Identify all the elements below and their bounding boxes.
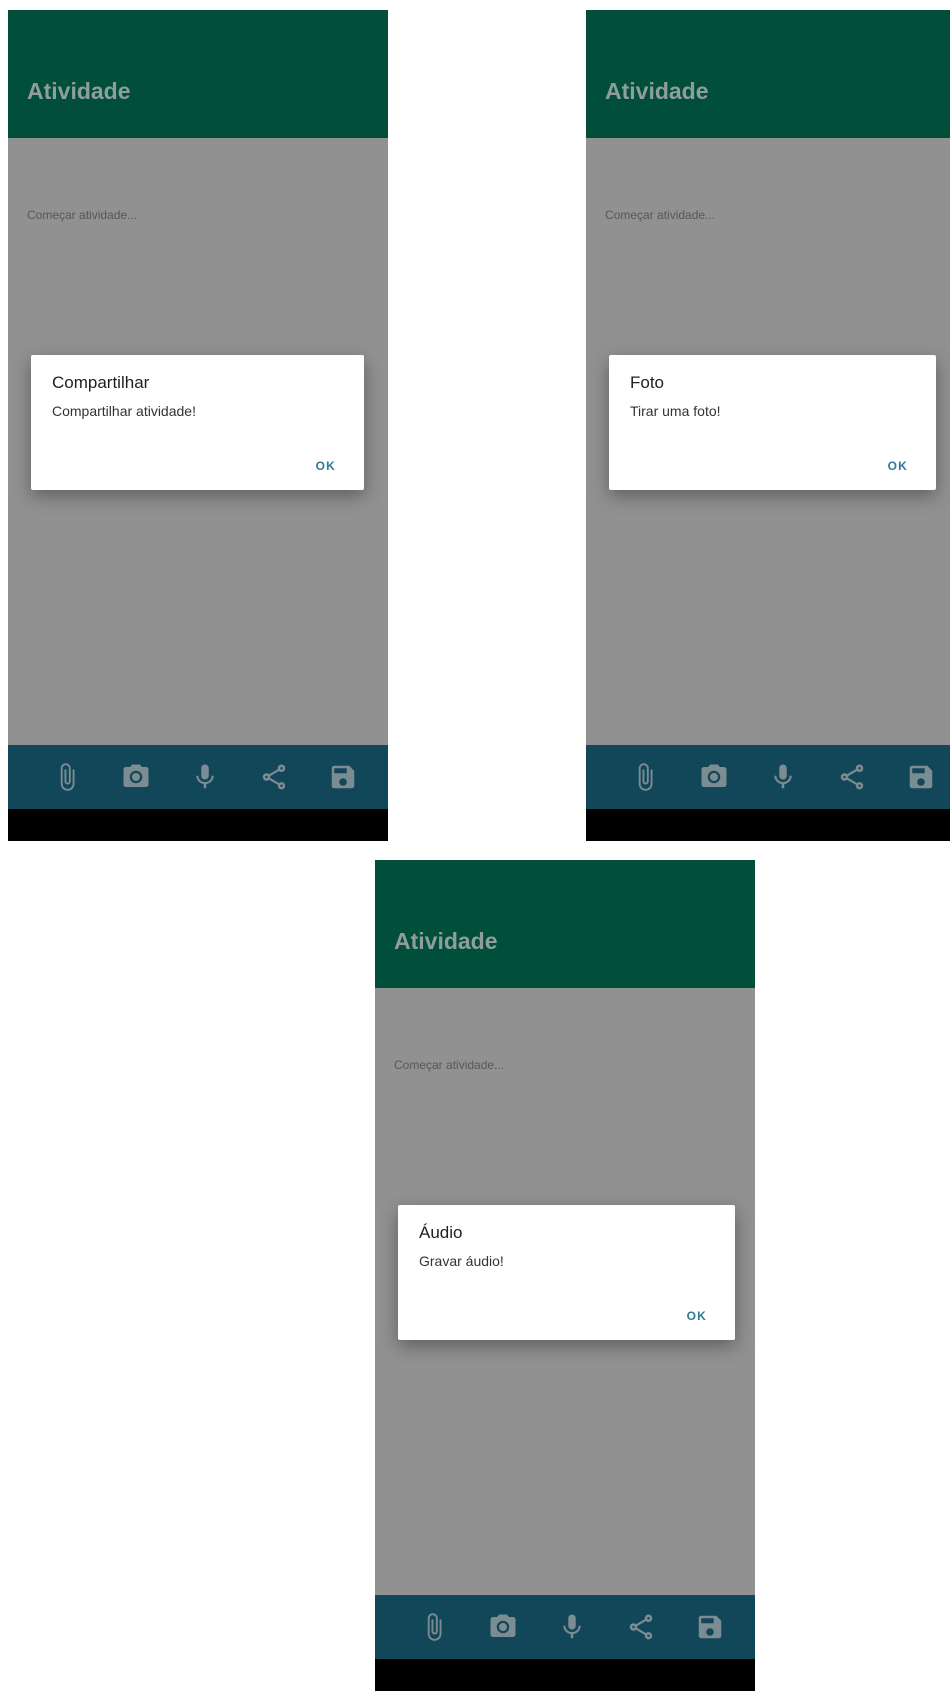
- activity-input-hint[interactable]: Começar atividade...: [605, 208, 715, 222]
- bottom-toolbar: [586, 745, 950, 809]
- bottom-toolbar: [375, 1595, 755, 1659]
- app-bar: Atividade: [586, 10, 950, 138]
- app-title: Atividade: [394, 928, 498, 954]
- system-nav-bar: [8, 809, 388, 841]
- phone-screen-share: Atividade Começar atividade... Compartil…: [8, 10, 388, 841]
- phone-screen-audio: Atividade Começar atividade... Áudio Gra…: [375, 860, 755, 1691]
- share-icon[interactable]: [625, 1611, 657, 1643]
- app-bar: Atividade: [375, 860, 755, 988]
- save-icon[interactable]: [327, 761, 359, 793]
- microphone-icon[interactable]: [556, 1611, 588, 1643]
- activity-input-hint[interactable]: Começar atividade...: [394, 1058, 504, 1072]
- app-title: Atividade: [27, 78, 131, 104]
- attach-icon[interactable]: [629, 761, 661, 793]
- camera-icon[interactable]: [487, 1611, 519, 1643]
- ok-button[interactable]: OK: [687, 1309, 707, 1323]
- microphone-icon[interactable]: [189, 761, 221, 793]
- camera-icon[interactable]: [120, 761, 152, 793]
- system-nav-bar: [586, 809, 950, 841]
- share-icon[interactable]: [258, 761, 290, 793]
- alert-dialog: Foto Tirar uma foto! OK: [609, 355, 936, 490]
- app-title: Atividade: [605, 78, 709, 104]
- dialog-title: Compartilhar: [52, 373, 150, 392]
- dialog-title: Áudio: [419, 1223, 463, 1242]
- microphone-icon[interactable]: [767, 761, 799, 793]
- system-nav-bar: [375, 1659, 755, 1691]
- app-bar: Atividade: [8, 10, 388, 138]
- attach-icon[interactable]: [418, 1611, 450, 1643]
- save-icon[interactable]: [905, 761, 937, 793]
- dialog-title: Foto: [630, 373, 665, 392]
- attach-icon[interactable]: [51, 761, 83, 793]
- save-icon[interactable]: [694, 1611, 726, 1643]
- dialog-message: Gravar áudio!: [419, 1253, 504, 1269]
- phone-screen-photo: Atividade Começar atividade... Foto Tira…: [586, 10, 950, 841]
- ok-button[interactable]: OK: [888, 459, 908, 473]
- alert-dialog: Compartilhar Compartilhar atividade! OK: [31, 355, 364, 490]
- camera-icon[interactable]: [698, 761, 730, 793]
- share-icon[interactable]: [836, 761, 868, 793]
- activity-input-hint[interactable]: Começar atividade...: [27, 208, 137, 222]
- dialog-message: Compartilhar atividade!: [52, 403, 196, 419]
- ok-button[interactable]: OK: [316, 459, 336, 473]
- alert-dialog: Áudio Gravar áudio! OK: [398, 1205, 735, 1340]
- bottom-toolbar: [8, 745, 388, 809]
- dialog-message: Tirar uma foto!: [630, 403, 721, 419]
